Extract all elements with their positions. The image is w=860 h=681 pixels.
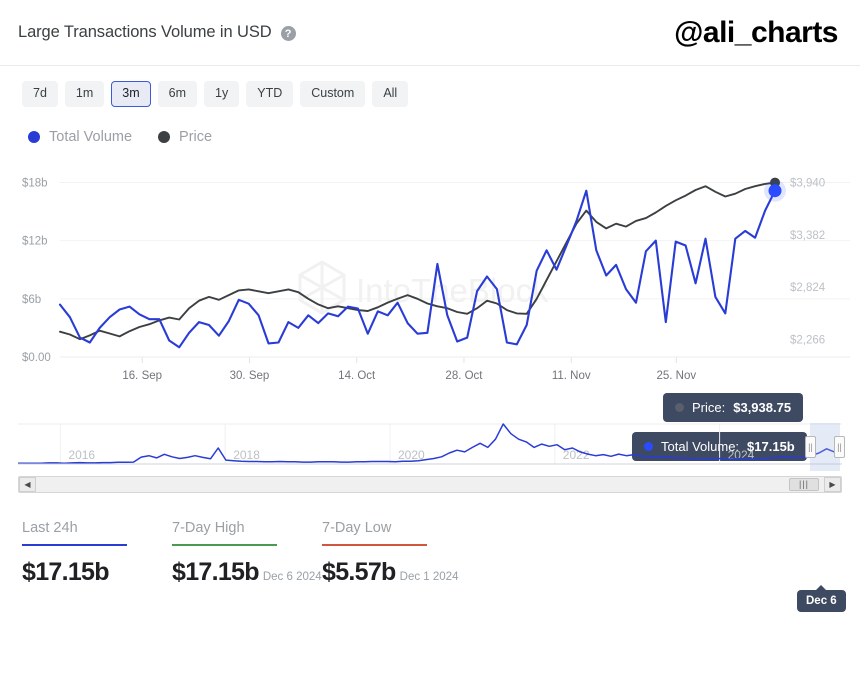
y-axis-label-right: $2,266 xyxy=(790,334,825,346)
watermark: IntoTheBlock xyxy=(300,262,549,313)
endpoint-marker-volume xyxy=(769,184,782,197)
range-button-custom[interactable]: Custom xyxy=(300,81,365,107)
legend-dot-icon xyxy=(158,131,170,143)
chart-legend: Total Volume Price xyxy=(0,107,860,145)
stat-label: Last 24h xyxy=(22,520,172,536)
price-marker-dot xyxy=(675,403,684,412)
chart-canvas: $0.00 $6b $12b $18b $2,266 $2,824 $3,382 $3,940… xyxy=(0,157,860,412)
legend-item-price[interactable]: Price xyxy=(158,129,212,145)
x-axis-label: 14. Oct xyxy=(338,370,376,382)
y-axis-label-left: $6b xyxy=(22,294,41,306)
range-button-6m[interactable]: 6m xyxy=(158,81,197,107)
stat-underline xyxy=(22,544,127,547)
navigator-canvas: 20162018202020222024 xyxy=(18,418,842,474)
range-button-3m[interactable]: 3m xyxy=(111,81,150,107)
legend-label: Total Volume xyxy=(49,129,132,145)
stat-value: $17.15bDec 6 2024 xyxy=(172,558,322,587)
x-axis-label: 16. Sep xyxy=(122,370,162,382)
page-title: Large Transactions Volume in USD xyxy=(18,23,272,42)
navigator-series-line xyxy=(18,424,842,463)
scrollbar-thumb[interactable]: ||| xyxy=(789,478,819,491)
navigator-year-label: 2018 xyxy=(233,448,260,462)
legend-item-total-volume[interactable]: Total Volume xyxy=(28,129,132,145)
navigator-year-label: 2016 xyxy=(68,448,95,462)
stat-date: Dec 6 2024 xyxy=(263,571,322,583)
x-axis-label: 30. Sep xyxy=(230,370,270,382)
y-axis-label-right: $2,824 xyxy=(790,282,826,294)
stat-7-day-high: 7-Day High $17.15bDec 6 2024 xyxy=(172,520,322,588)
main-chart[interactable]: $0.00 $6b $12b $18b $2,266 $2,824 $3,382 $3,940… xyxy=(0,157,860,412)
navigator-scrollbar[interactable]: ◀ ▶ ||| xyxy=(18,476,842,493)
chart-page: Large Transactions Volume in USD ? @ali_… xyxy=(0,0,860,681)
y-axis-label-left: $18b xyxy=(22,177,48,189)
stat-underline xyxy=(172,544,277,547)
stat-label: 7-Day High xyxy=(172,520,322,536)
hovered-date-badge: Dec 6 xyxy=(797,590,846,612)
x-axis-label: 28. Oct xyxy=(445,370,483,382)
stat-underline xyxy=(322,544,427,547)
navigator-handle-left[interactable]: || xyxy=(805,436,816,458)
scroll-right-arrow[interactable]: ▶ xyxy=(824,477,841,492)
navigator-handle-right[interactable]: || xyxy=(834,436,845,458)
stat-last-24h: Last 24h $17.15b xyxy=(22,520,172,588)
legend-dot-icon xyxy=(28,131,40,143)
y-axis-label-left: $12b xyxy=(22,235,48,247)
stat-7-day-low: 7-Day Low $5.57bDec 1 2024 xyxy=(322,520,472,588)
range-button-1y[interactable]: 1y xyxy=(204,81,239,107)
stat-date: Dec 1 2024 xyxy=(400,571,459,583)
range-button-ytd[interactable]: YTD xyxy=(246,81,293,107)
legend-label: Price xyxy=(179,129,212,145)
series-line-price xyxy=(60,182,775,339)
question-mark-icon[interactable]: ? xyxy=(281,26,296,41)
y-axis-label-left: $0.00 xyxy=(22,352,51,364)
range-selector: 7d 1m 3m 6m 1y YTD Custom All xyxy=(0,66,860,107)
scroll-left-arrow[interactable]: ◀ xyxy=(19,477,36,492)
account-handle: @ali_charts xyxy=(674,16,842,50)
stat-value: $17.15b xyxy=(22,558,172,587)
series-line-total-volume xyxy=(60,190,775,347)
page-header: Large Transactions Volume in USD ? @ali_… xyxy=(0,0,860,66)
x-axis-label: 25. Nov xyxy=(657,370,697,382)
range-button-7d[interactable]: 7d xyxy=(22,81,58,107)
stat-value: $5.57bDec 1 2024 xyxy=(322,558,472,587)
stat-label: 7-Day Low xyxy=(322,520,472,536)
y-axis-label-right: $3,382 xyxy=(790,230,825,242)
x-axis-label: 11. Nov xyxy=(552,370,591,382)
chart-navigator[interactable]: 20162018202020222024 || || ◀ ▶ ||| xyxy=(0,418,860,498)
tooltip-price-value: $3,938.75 xyxy=(733,400,791,415)
range-button-1m[interactable]: 1m xyxy=(65,81,104,107)
summary-stats: Last 24h $17.15b 7-Day High $17.15bDec 6 20… xyxy=(0,498,860,588)
navigator-year-label: 2024 xyxy=(728,448,755,462)
tooltip-price-label: Price: xyxy=(692,400,725,415)
y-axis-label-right: $3,940 xyxy=(790,177,825,189)
range-button-all[interactable]: All xyxy=(372,81,408,107)
